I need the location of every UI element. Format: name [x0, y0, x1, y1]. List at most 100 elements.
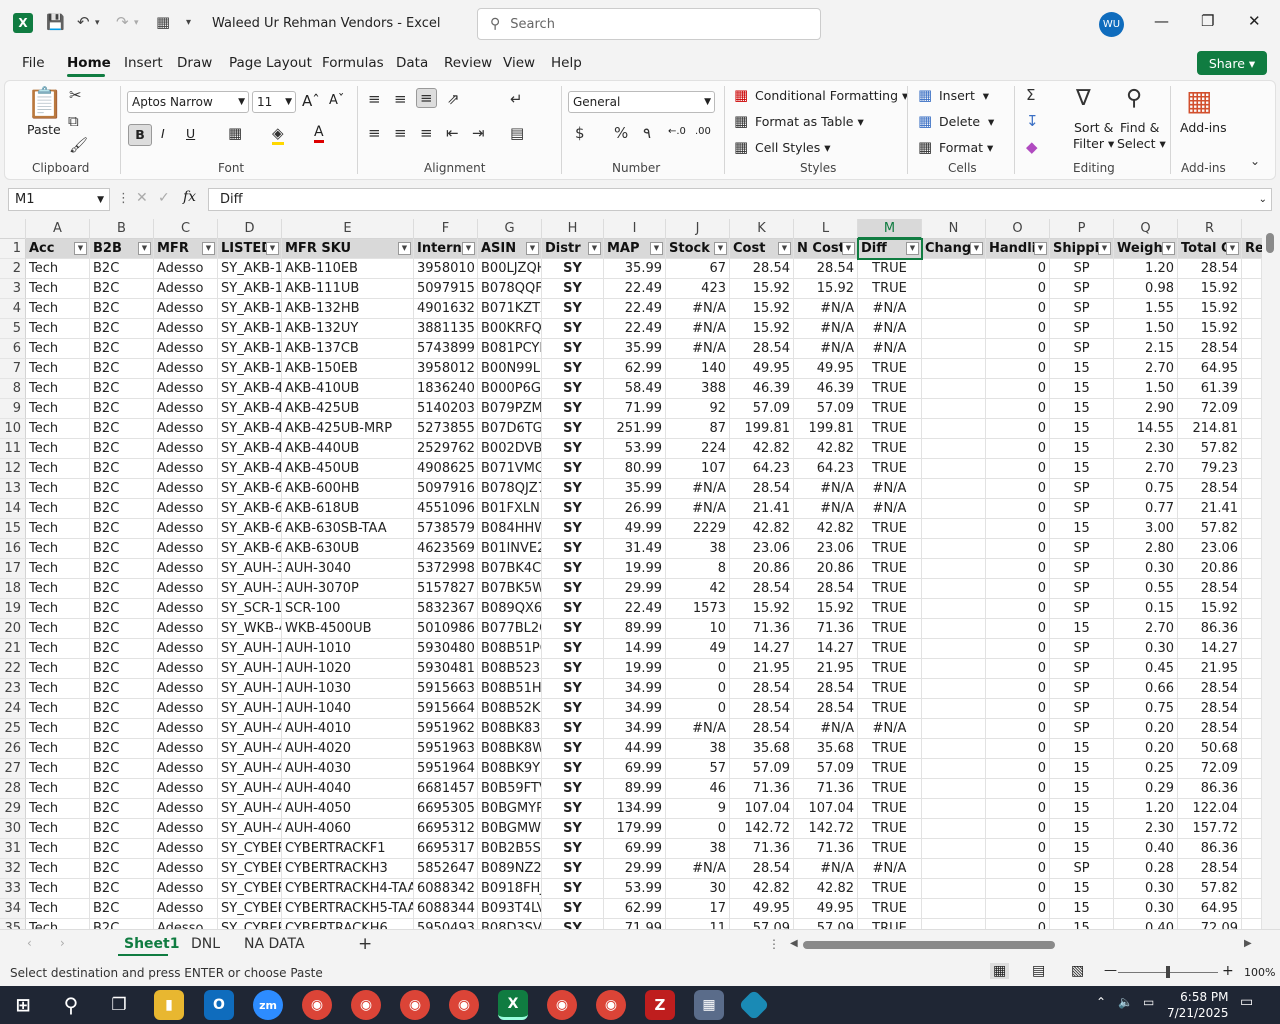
menu-page-layout[interactable]: Page Layout — [229, 55, 312, 71]
prev-sheet-icon[interactable]: ‹ — [27, 936, 32, 950]
row-header[interactable]: 14 — [0, 499, 26, 519]
cell-j31[interactable]: 38 — [666, 839, 730, 859]
borders-icon[interactable]: ▦ — [228, 124, 242, 142]
cell-j21[interactable]: 49 — [666, 639, 730, 659]
cell-j5[interactable]: #N/A — [666, 319, 730, 339]
cell-k32[interactable]: 28.54 — [730, 859, 794, 879]
cell-p31[interactable]: 15 — [1050, 839, 1114, 859]
cell-n20[interactable] — [922, 619, 986, 639]
cell-d21[interactable]: SY_AUH-10 — [218, 639, 282, 659]
cell-r7[interactable]: 64.95 — [1178, 359, 1242, 379]
cell-j11[interactable]: 224 — [666, 439, 730, 459]
cell-c29[interactable]: Adesso — [154, 799, 218, 819]
cell-n16[interactable] — [922, 539, 986, 559]
cell-d16[interactable]: SY_AKB-63 — [218, 539, 282, 559]
header-cell[interactable]: Acc ▼ — [26, 239, 90, 259]
cell-p5[interactable]: SP — [1050, 319, 1114, 339]
cell-s3[interactable] — [1242, 279, 1262, 299]
percent-icon[interactable]: % — [614, 124, 628, 142]
column-header-o[interactable]: O — [986, 219, 1050, 239]
filter-dropdown-icon[interactable]: ▼ — [462, 242, 475, 255]
cell-i7[interactable]: 62.99 — [604, 359, 666, 379]
vertical-scrollbar[interactable] — [1262, 219, 1280, 929]
cell-h22[interactable]: SY — [542, 659, 604, 679]
page-layout-view-icon[interactable]: ▤ — [1032, 963, 1045, 979]
cell-e10[interactable]: AKB-425UB-MRP — [282, 419, 414, 439]
cell-k5[interactable]: 15.92 — [730, 319, 794, 339]
cell-k33[interactable]: 42.82 — [730, 879, 794, 899]
cell-h32[interactable]: SY — [542, 859, 604, 879]
cell-k15[interactable]: 42.82 — [730, 519, 794, 539]
cell-m3[interactable]: TRUE — [858, 279, 922, 299]
cut-icon[interactable]: ✂ — [69, 86, 82, 104]
cell-l32[interactable]: #N/A — [794, 859, 858, 879]
cell-q21[interactable]: 0.30 — [1114, 639, 1178, 659]
cell-f29[interactable]: 6695305 — [414, 799, 478, 819]
row-header[interactable]: 19 — [0, 599, 26, 619]
cell-j23[interactable]: 0 — [666, 679, 730, 699]
column-header-l[interactable]: L — [794, 219, 858, 239]
cell-q25[interactable]: 0.20 — [1114, 719, 1178, 739]
cell-i8[interactable]: 58.49 — [604, 379, 666, 399]
header-cell[interactable]: Cost ▼ — [730, 239, 794, 259]
cell-n4[interactable] — [922, 299, 986, 319]
cell-e14[interactable]: AKB-618UB — [282, 499, 414, 519]
cell-b27[interactable]: B2C — [90, 759, 154, 779]
cell-f18[interactable]: 5157827 — [414, 579, 478, 599]
cell-q23[interactable]: 0.66 — [1114, 679, 1178, 699]
cell-m24[interactable]: TRUE — [858, 699, 922, 719]
cell-q24[interactable]: 0.75 — [1114, 699, 1178, 719]
row-header[interactable]: 9 — [0, 399, 26, 419]
outlook-icon[interactable]: O — [204, 990, 234, 1020]
cell-s4[interactable] — [1242, 299, 1262, 319]
cell-b5[interactable]: B2C — [90, 319, 154, 339]
cell-q20[interactable]: 2.70 — [1114, 619, 1178, 639]
cell-d19[interactable]: SY_SCR-10 — [218, 599, 282, 619]
cell-q18[interactable]: 0.55 — [1114, 579, 1178, 599]
cell-p33[interactable]: 15 — [1050, 879, 1114, 899]
cell-d9[interactable]: SY_AKB-42 — [218, 399, 282, 419]
row-header[interactable]: 4 — [0, 299, 26, 319]
cell-l16[interactable]: 23.06 — [794, 539, 858, 559]
row-header[interactable]: 31 — [0, 839, 26, 859]
cell-p26[interactable]: 15 — [1050, 739, 1114, 759]
currency-icon[interactable]: $ — [575, 124, 585, 142]
cell-p11[interactable]: 15 — [1050, 439, 1114, 459]
cell-s28[interactable] — [1242, 779, 1262, 799]
next-sheet-icon[interactable]: › — [60, 936, 65, 950]
cell-d7[interactable]: SY_AKB-15 — [218, 359, 282, 379]
cell-p28[interactable]: 15 — [1050, 779, 1114, 799]
delete-cells-button[interactable]: Delete ▾ — [939, 114, 994, 129]
cell-r25[interactable]: 28.54 — [1178, 719, 1242, 739]
row-header[interactable]: 28 — [0, 779, 26, 799]
cell-k14[interactable]: 21.41 — [730, 499, 794, 519]
cell-q16[interactable]: 2.80 — [1114, 539, 1178, 559]
cell-j33[interactable]: 30 — [666, 879, 730, 899]
clock[interactable]: 6:58 PM 7/21/2025 — [1167, 989, 1229, 1021]
cell-r28[interactable]: 86.36 — [1178, 779, 1242, 799]
cell-o29[interactable]: 0 — [986, 799, 1050, 819]
cell-m19[interactable]: TRUE — [858, 599, 922, 619]
cell-e31[interactable]: CYBERTRACKF1 — [282, 839, 414, 859]
cell-d23[interactable]: SY_AUH-10 — [218, 679, 282, 699]
cell-i24[interactable]: 34.99 — [604, 699, 666, 719]
cell-q6[interactable]: 2.15 — [1114, 339, 1178, 359]
cell-j35[interactable]: 11 — [666, 919, 730, 929]
filter-dropdown-icon[interactable]: ▼ — [1034, 242, 1047, 255]
cell-a14[interactable]: Tech — [26, 499, 90, 519]
cell-i6[interactable]: 35.99 — [604, 339, 666, 359]
cell-m8[interactable]: TRUE — [858, 379, 922, 399]
cell-k26[interactable]: 35.68 — [730, 739, 794, 759]
cell-r8[interactable]: 61.39 — [1178, 379, 1242, 399]
row-header[interactable]: 20 — [0, 619, 26, 639]
header-cell[interactable]: Total C ▼ — [1178, 239, 1242, 259]
cell-h34[interactable]: SY — [542, 899, 604, 919]
cell-o20[interactable]: 0 — [986, 619, 1050, 639]
cell-n9[interactable] — [922, 399, 986, 419]
cell-a8[interactable]: Tech — [26, 379, 90, 399]
cell-f32[interactable]: 5852647 — [414, 859, 478, 879]
header-cell[interactable]: B2B ▼ — [90, 239, 154, 259]
filter-dropdown-icon[interactable]: ▼ — [398, 242, 411, 255]
cell-k25[interactable]: 28.54 — [730, 719, 794, 739]
zoom-in-icon[interactable]: + — [1222, 963, 1234, 979]
